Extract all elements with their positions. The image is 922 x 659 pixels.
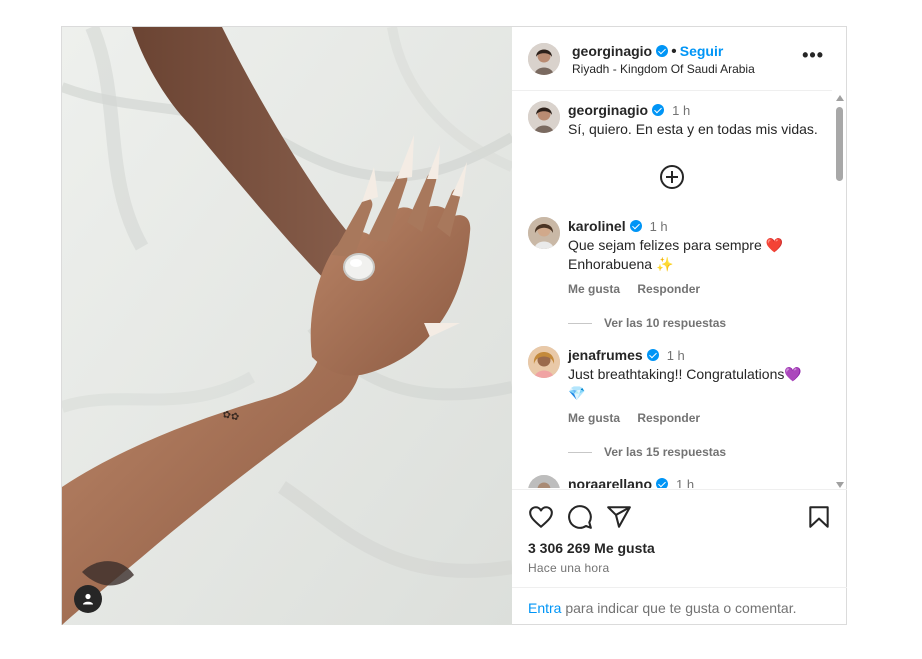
instagram-post: ✿✿ georginagio • Seguir Riyadh - Kingdom… xyxy=(61,26,847,625)
scrollbar-thumb[interactable] xyxy=(836,107,843,181)
verified-badge-icon xyxy=(646,349,659,361)
plus-circle-icon xyxy=(660,165,684,189)
comments-list[interactable]: georginagio 1 h Sí, quiero. En esta y en … xyxy=(512,91,832,488)
comments-scrollbar[interactable] xyxy=(833,91,847,488)
commenter-avatar[interactable] xyxy=(528,346,560,378)
photo-illustration: ✿✿ xyxy=(62,27,512,625)
post-header: georginagio • Seguir Riyadh - Kingdom Of S… xyxy=(512,27,832,91)
save-button[interactable] xyxy=(806,504,832,530)
view-replies-label: Ver las 15 respuestas xyxy=(604,445,727,459)
tagged-people-button[interactable] xyxy=(74,585,102,613)
comment-text: Just breathtaking!! Congratulations💜 xyxy=(568,366,802,382)
heart-icon xyxy=(529,506,553,528)
comment-text: Sí, quiero. En esta y en todas mis vidas… xyxy=(568,121,818,137)
comment-username[interactable]: georginagio xyxy=(568,102,648,118)
comment-reply-button[interactable]: Responder xyxy=(637,411,700,425)
post-footer: 3 306 269 Me gusta Hace una hora Entra p… xyxy=(512,489,847,626)
comment-text: Que sejam felizes para sempre ❤️ xyxy=(568,237,784,253)
comment-reply-button[interactable]: Responder xyxy=(637,282,700,296)
post-side-panel: georginagio • Seguir Riyadh - Kingdom Of S… xyxy=(512,27,847,625)
comment-like-button[interactable]: Me gusta xyxy=(568,411,620,425)
comment-icon xyxy=(568,505,592,529)
verified-badge-icon xyxy=(629,220,642,232)
view-replies-button[interactable]: Ver las 10 respuestas xyxy=(568,316,726,330)
post-location[interactable]: Riyadh - Kingdom Of Saudi Arabia xyxy=(572,62,755,76)
user-icon xyxy=(83,593,93,605)
likes-count[interactable]: 3 306 269 Me gusta xyxy=(528,540,655,556)
comment-time: 1 h xyxy=(676,477,695,488)
commenter-avatar[interactable] xyxy=(528,217,560,249)
load-more-comments-button[interactable] xyxy=(659,164,685,190)
more-options-icon[interactable]: ••• xyxy=(802,46,824,64)
login-link[interactable]: Entra xyxy=(528,600,561,616)
scroll-up-arrow-icon[interactable] xyxy=(836,95,844,101)
post-photo[interactable]: ✿✿ xyxy=(62,27,512,625)
login-prompt-text: para indicar que te gusta o comentar. xyxy=(561,600,797,616)
post-timestamp[interactable]: Hace una hora xyxy=(528,561,609,575)
comment-username[interactable]: noraarellano xyxy=(568,476,652,488)
author-avatar[interactable] xyxy=(528,43,560,75)
follow-button[interactable]: Seguir xyxy=(680,43,724,59)
divider xyxy=(568,323,592,325)
scroll-down-arrow-icon[interactable] xyxy=(836,482,844,488)
like-button[interactable] xyxy=(528,504,554,530)
comment-like-button[interactable]: Me gusta xyxy=(568,282,620,296)
verified-badge-icon xyxy=(656,478,669,488)
verified-badge-icon xyxy=(656,45,669,57)
comment-text: 💎 xyxy=(568,385,586,401)
login-prompt: Entra para indicar que te gusta o coment… xyxy=(512,587,847,627)
comment-button[interactable] xyxy=(567,504,593,530)
share-button[interactable] xyxy=(606,504,632,530)
comment-time: 1 h xyxy=(672,103,691,118)
comment-username[interactable]: jenafrumes xyxy=(568,347,643,363)
commenter-avatar[interactable] xyxy=(528,101,560,133)
comment-text: Enhorabuena ✨ xyxy=(568,256,674,272)
verified-badge-icon xyxy=(652,104,665,116)
separator-dot: • xyxy=(671,43,677,60)
comment-time: 1 h xyxy=(666,348,685,363)
view-replies-button[interactable]: Ver las 15 respuestas xyxy=(568,445,726,459)
comment-time: 1 h xyxy=(649,219,668,234)
divider xyxy=(568,452,592,454)
share-icon xyxy=(607,506,631,528)
comment-username[interactable]: karolinel xyxy=(568,218,626,234)
bookmark-icon xyxy=(809,506,829,528)
commenter-avatar[interactable] xyxy=(528,475,560,488)
view-replies-label: Ver las 10 respuestas xyxy=(604,316,727,330)
author-username[interactable]: georginagio xyxy=(572,43,652,59)
